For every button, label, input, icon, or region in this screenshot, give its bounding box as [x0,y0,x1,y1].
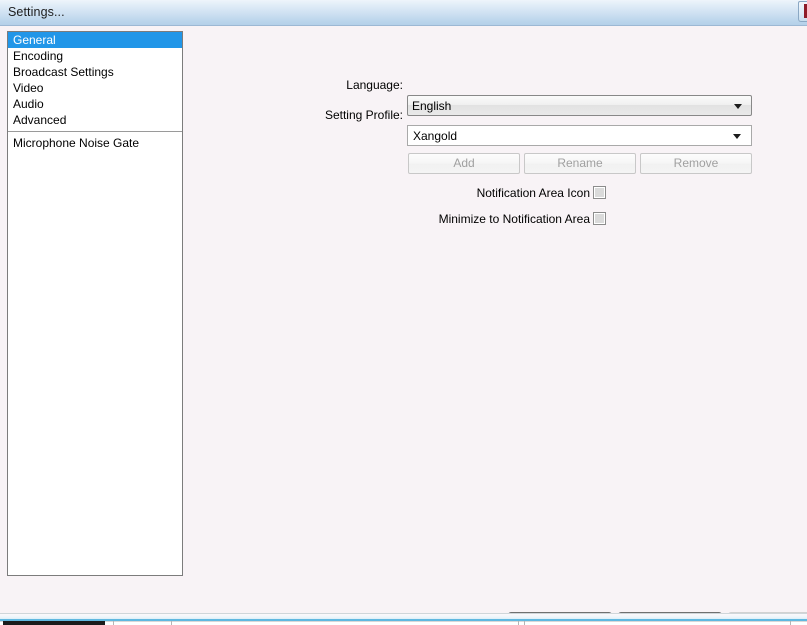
strip-dark-tab [3,621,105,625]
add-profile-button[interactable]: Add [408,153,520,174]
setting-profile-label: Setting Profile: [324,108,403,122]
sidebar-item-label: Microphone Noise Gate [13,136,140,150]
strip-divider [113,621,114,625]
language-select-value: English [412,99,452,113]
sidebar-divider [8,131,182,132]
minimize-to-notification-area-checkbox[interactable] [593,212,606,225]
strip-divider [171,621,172,625]
sidebar-item-general[interactable]: General [8,32,182,48]
sidebar-item-label: Advanced [13,113,67,127]
sidebar-item-video[interactable]: Video [8,80,182,96]
sidebar-item-label: General [13,33,56,47]
sidebar-item-label: Encoding [13,49,64,63]
language-label: Language: [346,78,403,92]
sidebar-item-advanced[interactable]: Advanced [8,112,182,128]
chevron-down-icon [733,134,741,139]
sidebar-item-encoding[interactable]: Encoding [8,48,182,64]
remove-profile-button[interactable]: Remove [640,153,752,174]
strip-divider [518,621,519,625]
sidebar-item-microphone-noise-gate[interactable]: Microphone Noise Gate [8,135,182,151]
sidebar-item-label: Broadcast Settings [13,65,114,79]
close-icon[interactable] [798,1,807,22]
title-bar[interactable]: Settings... [0,0,807,26]
chevron-down-icon [734,104,742,109]
rename-profile-button[interactable]: Rename [524,153,636,174]
sidebar-item-audio[interactable]: Audio [8,96,182,112]
sidebar-item-label: Video [13,81,44,95]
language-select[interactable]: English [407,95,752,116]
minimize-to-notification-area-label: Minimize to Notification Area [438,212,590,226]
notification-area-icon-label: Notification Area Icon [476,186,590,200]
strip-divider [524,621,525,625]
settings-category-list[interactable]: General Encoding Broadcast Settings Vide… [7,31,183,576]
sidebar-item-broadcast-settings[interactable]: Broadcast Settings [8,64,182,80]
setting-profile-combobox[interactable]: Xangold [407,125,752,146]
notification-area-icon-checkbox[interactable] [593,186,606,199]
dialog-client-area: General Encoding Broadcast Settings Vide… [0,26,807,613]
window-title: Settings... [8,5,65,19]
strip-divider [790,621,791,625]
setting-profile-value: Xangold [413,129,458,143]
background-window-strip [0,613,807,625]
settings-dialog-window: Settings... General Encoding Broadcast S… [0,0,807,613]
sidebar-item-label: Audio [13,97,44,111]
strip-bottom-band [0,621,807,625]
